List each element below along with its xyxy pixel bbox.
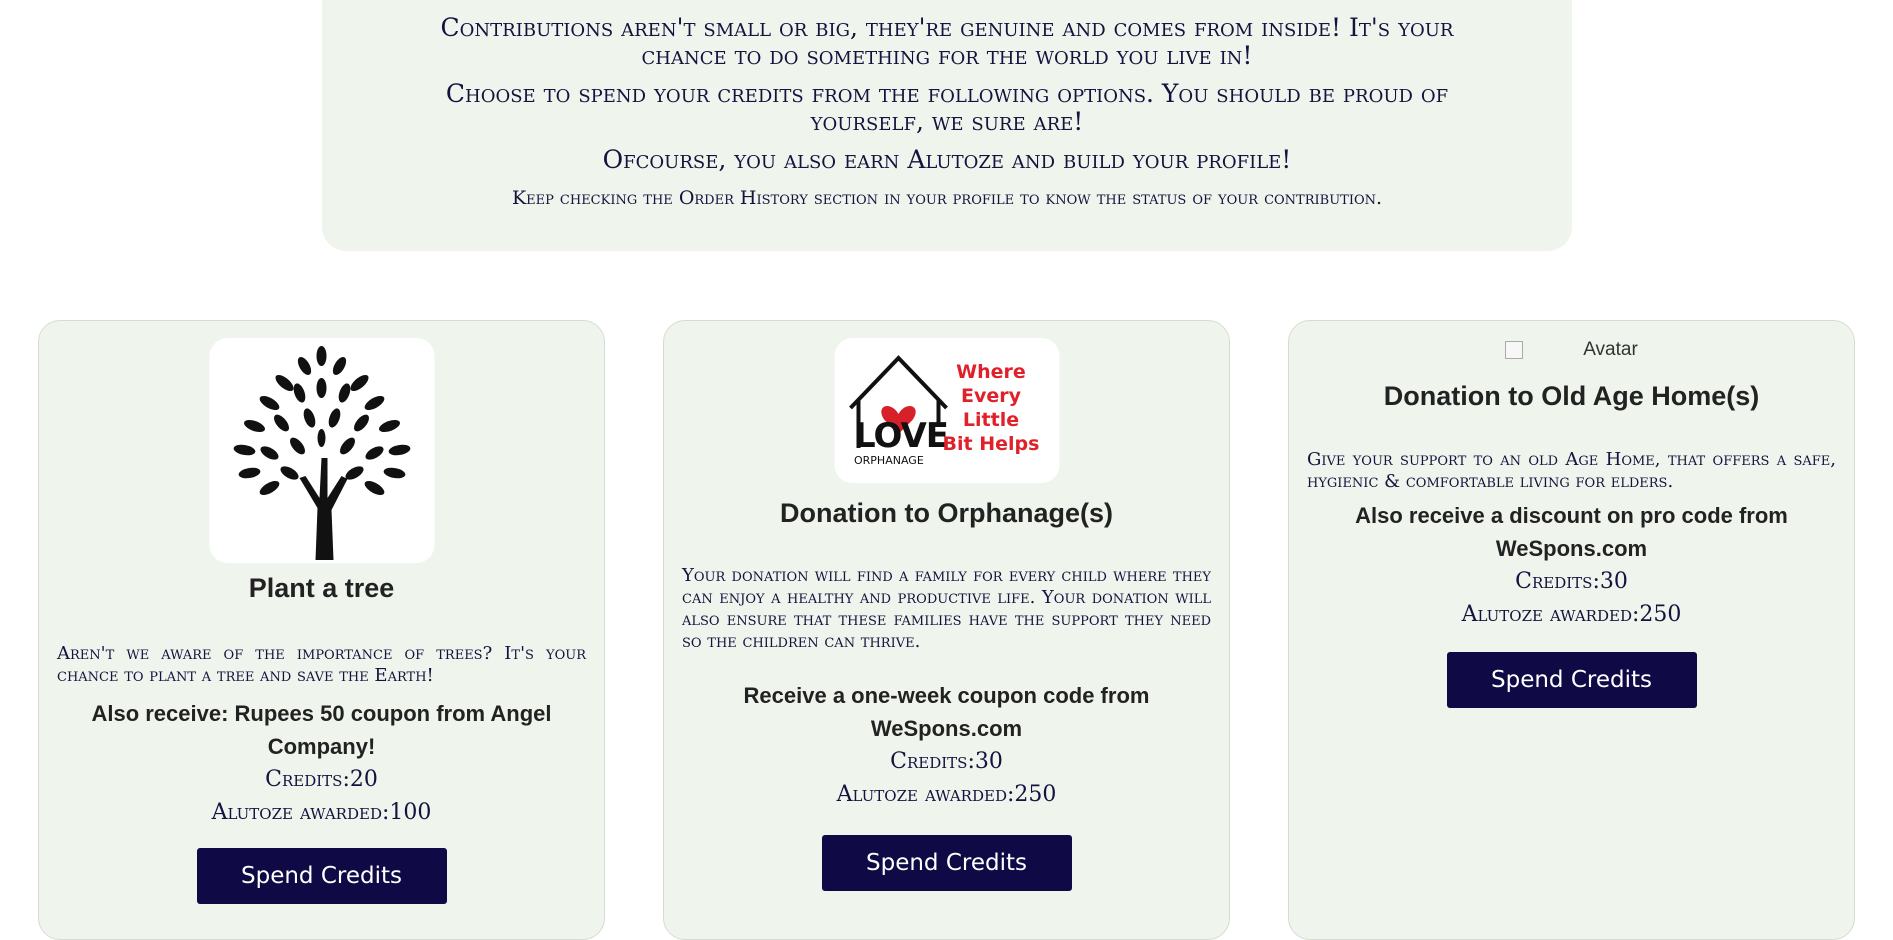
broken-image-icon [1505,340,1524,359]
card-title: Donation to Old Age Home(s) [1383,381,1760,411]
card-description: Aren't we aware of the importance of tre… [57,643,586,686]
intro-line-1: Contributions aren't small or big, they'… [440,13,1454,70]
logo-slogan-line: Bit Helps [942,433,1040,455]
logo-slogan-line: Every [960,385,1021,407]
logo-slogan-line: Where [956,361,1026,383]
logo-slogan-line: Little [962,409,1020,431]
card-offer: Also receive a discount on pro code from… [1355,503,1788,561]
card-offer: Receive a one-week coupon code from WeSp… [743,683,1150,741]
card-alutoze: Alutoze awarded:250 [1461,602,1682,627]
spend-credits-button[interactable]: Spend Credits [821,835,1072,891]
card-credits: Credits:30 [1515,569,1628,594]
intro-line-2: Choose to spend your credits from the fo… [445,79,1449,136]
tree-image [209,338,434,563]
card-plant-tree: Plant a tree Aren't we aware of the impo… [38,320,605,940]
card-orphanage: LOVE ORPHANAGE Where Every Little Bit He… [663,320,1230,940]
logo-love-text: LOVE [854,416,949,456]
card-alutoze: Alutoze awarded:100 [211,800,432,825]
intro-line-3: Ofcourse, you also earn Alutoze and buil… [602,145,1292,174]
card-offer: Also receive: Rupees 50 coupon from Ange… [91,701,552,759]
avatar-alt-text: Avatar [1583,339,1638,360]
card-credits: Credits:30 [890,749,1003,774]
intro-line-4: Keep checking the Order History section … [511,187,1383,209]
logo-slogan: Where Every Little Bit Helps [941,360,1041,456]
spend-credits-button[interactable]: Spend Credits [1446,652,1697,708]
card-description: Give your support to an old Age Home, th… [1307,449,1836,492]
card-alutoze: Alutoze awarded:250 [836,782,1057,807]
avatar-image-broken: Avatar [1289,339,1854,361]
card-title: Plant a tree [248,573,395,603]
card-title: Donation to Orphanage(s) [780,498,1113,528]
intro-panel: Contributions aren't small or big, they'… [322,0,1572,251]
logo-orphanage-text: ORPHANAGE [854,454,924,467]
card-old-age-home: Avatar Donation to Old Age Home(s) Give … [1288,320,1855,940]
orphanage-logo: LOVE ORPHANAGE Where Every Little Bit He… [834,338,1059,483]
card-description: Your donation will find a family for eve… [682,565,1211,652]
card-credits: Credits:20 [265,767,378,792]
tree-icon [233,346,410,560]
spend-credits-button[interactable]: Spend Credits [196,848,447,904]
